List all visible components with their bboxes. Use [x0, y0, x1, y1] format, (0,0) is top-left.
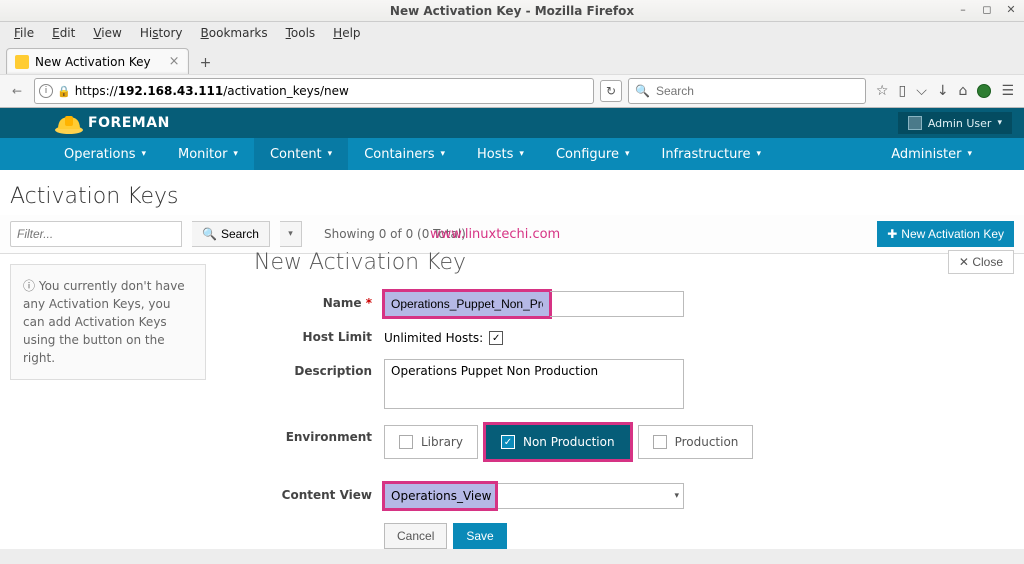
site-info-icon[interactable]: i: [39, 84, 53, 98]
search-dropdown[interactable]: ▾: [280, 221, 302, 247]
lock-icon: 🔒: [57, 85, 71, 98]
list-toolbar: 🔍Search ▾ Showing 0 of 0 (0 Total) www.l…: [0, 215, 1024, 254]
name-label: Name *: [254, 291, 384, 310]
app-header: FOREMAN Admin User ▾: [0, 108, 1024, 138]
url-input-wrap[interactable]: i 🔒 https://192.168.43.111/activation_ke…: [34, 78, 594, 104]
description-input[interactable]: [384, 359, 684, 409]
user-menu[interactable]: Admin User ▾: [898, 112, 1012, 134]
profile-icon[interactable]: [977, 84, 991, 98]
url-toolbar: ← i 🔒 https://192.168.43.111/activation_…: [0, 74, 1024, 108]
app-content: FOREMAN Admin User ▾ Operations▾ Monitor…: [0, 108, 1024, 549]
nav-containers[interactable]: Containers▾: [348, 138, 461, 170]
home-icon[interactable]: ⌂: [959, 83, 968, 99]
menu-edit[interactable]: Edit: [44, 24, 83, 42]
brand-label: FOREMAN: [88, 115, 170, 131]
unlimited-hosts-checkbox[interactable]: ✓: [489, 331, 503, 345]
unlimited-hosts-label: Unlimited Hosts:: [384, 331, 483, 345]
menu-file[interactable]: File: [6, 24, 42, 42]
tab-label: New Activation Key: [35, 55, 151, 69]
toolbar-icons: ☆ ▯ ⌵ ↓ ⌂ ☰: [872, 83, 1018, 99]
main-panel: You currently don't have any Activation …: [0, 254, 1024, 549]
nav-configure[interactable]: Configure▾: [540, 138, 646, 170]
nav-administer[interactable]: Administer▾: [875, 138, 1024, 170]
env-nonproduction[interactable]: ✓Non Production: [486, 425, 630, 459]
env-library[interactable]: Library: [384, 425, 478, 459]
nav-operations[interactable]: Operations▾: [48, 138, 162, 170]
user-icon: [908, 116, 922, 130]
chevron-down-icon: ▾: [997, 118, 1002, 128]
menu-help[interactable]: Help: [325, 24, 368, 42]
form-panel: New Activation Key ✕ Close Name * Host L…: [218, 254, 1014, 549]
description-label: Description: [254, 359, 384, 378]
downloads-icon[interactable]: ↓: [937, 83, 949, 99]
nav-content[interactable]: Content▾: [254, 138, 348, 170]
nav-hosts[interactable]: Hosts▾: [461, 138, 540, 170]
menu-bookmarks[interactable]: Bookmarks: [193, 24, 276, 42]
menu-view[interactable]: View: [85, 24, 129, 42]
app-navbar: Operations▾ Monitor▾ Content▾ Containers…: [0, 138, 1024, 170]
env-production[interactable]: Production: [638, 425, 754, 459]
library-icon[interactable]: ▯: [898, 83, 906, 99]
form-heading: New Activation Key: [254, 250, 1014, 283]
maximize-button[interactable]: ◻: [980, 2, 994, 16]
url-text[interactable]: https://192.168.43.111/activation_keys/n…: [75, 84, 589, 98]
new-tab-button[interactable]: +: [193, 52, 219, 74]
contentview-label: Content View: [254, 483, 384, 502]
bookmark-star-icon[interactable]: ☆: [876, 83, 889, 99]
contentview-select[interactable]: Operations_View: [385, 484, 495, 508]
close-window-button[interactable]: ✕: [1004, 2, 1018, 16]
page-title: Activation Keys: [0, 170, 1024, 215]
menu-tools[interactable]: Tools: [278, 24, 324, 42]
window-titlebar: New Activation Key - Mozilla Firefox – ◻…: [0, 0, 1024, 22]
nav-infrastructure[interactable]: Infrastructure▾: [645, 138, 777, 170]
empty-state-info: You currently don't have any Activation …: [10, 264, 206, 380]
hostlimit-label: Host Limit: [254, 325, 384, 344]
environment-label: Environment: [254, 425, 384, 444]
browser-search-wrap[interactable]: 🔍: [628, 78, 866, 104]
search-button[interactable]: 🔍Search: [192, 221, 270, 247]
filter-input[interactable]: [10, 221, 182, 247]
nav-monitor[interactable]: Monitor▾: [162, 138, 254, 170]
back-button[interactable]: ←: [6, 80, 28, 102]
menu-history[interactable]: History: [132, 24, 191, 42]
new-activation-key-button[interactable]: ✚New Activation Key: [877, 221, 1014, 247]
browser-tab[interactable]: New Activation Key ×: [6, 48, 189, 74]
refresh-button[interactable]: ↻: [600, 80, 622, 102]
minimize-button[interactable]: –: [956, 2, 970, 16]
chevron-down-icon: ▾: [674, 491, 679, 501]
browser-search-input[interactable]: [656, 84, 859, 98]
tabstrip: New Activation Key × +: [0, 44, 1024, 74]
window-title: New Activation Key - Mozilla Firefox: [390, 4, 634, 18]
search-icon: 🔍: [635, 84, 650, 98]
plus-icon: ✚: [887, 227, 897, 241]
save-button[interactable]: Save: [453, 523, 506, 549]
search-icon: 🔍: [202, 227, 217, 241]
foreman-logo-icon: [54, 113, 84, 135]
cancel-button[interactable]: Cancel: [384, 523, 447, 549]
name-input[interactable]: [384, 291, 550, 317]
favicon-icon: [15, 55, 29, 69]
pocket-icon[interactable]: ⌵: [916, 83, 927, 99]
watermark-text: www.linuxtechi.com: [430, 227, 560, 242]
browser-menubar: File Edit View History Bookmarks Tools H…: [0, 22, 1024, 44]
close-panel-button[interactable]: ✕ Close: [948, 250, 1014, 274]
hamburger-icon[interactable]: ☰: [1001, 83, 1014, 99]
tab-close-icon[interactable]: ×: [169, 54, 180, 69]
